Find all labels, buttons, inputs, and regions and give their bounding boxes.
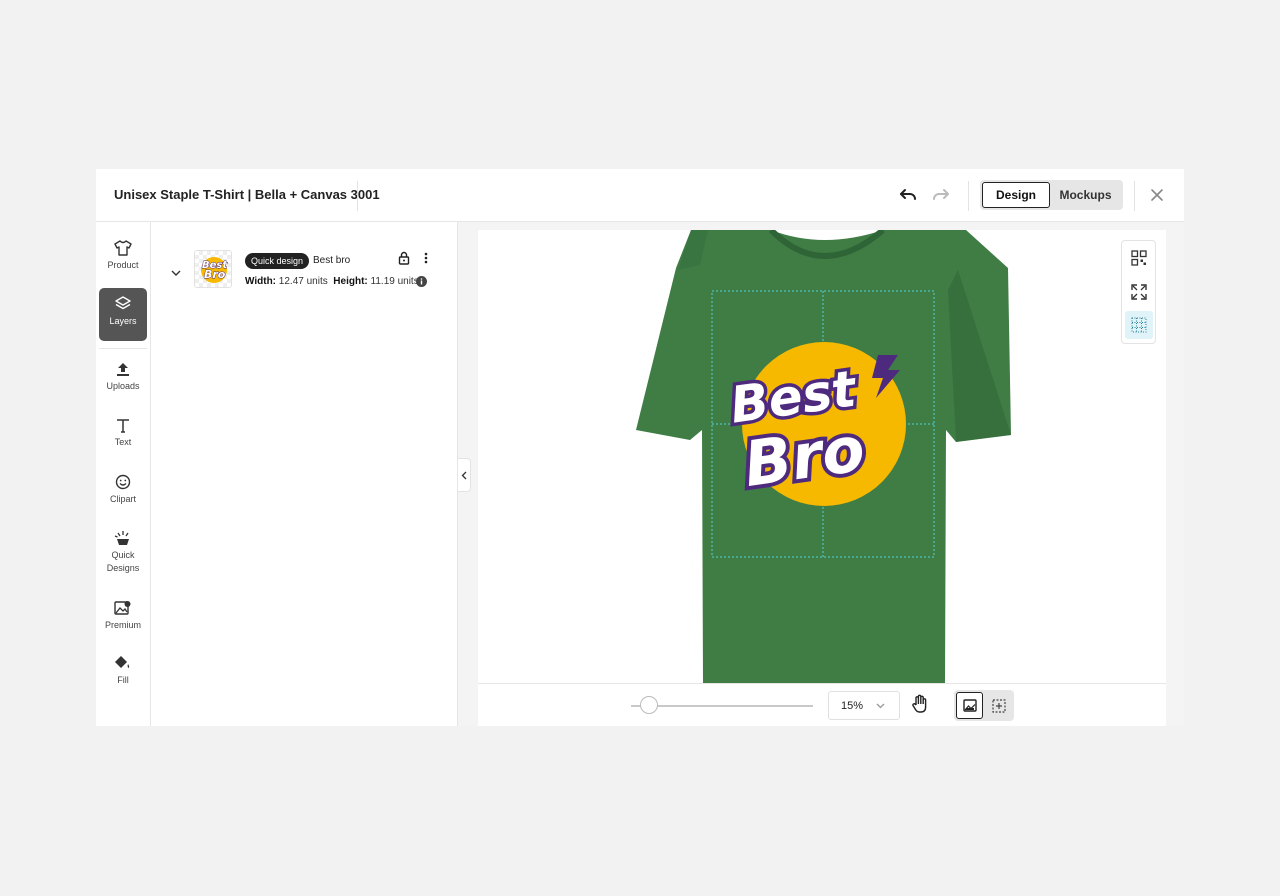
expand-toggle[interactable]: [171, 264, 181, 282]
canvas-tools: [1121, 240, 1156, 344]
divider: [99, 348, 147, 349]
sidebar-item-label: Product: [107, 260, 139, 270]
divider: [357, 181, 358, 211]
kebab-menu-icon: [424, 252, 428, 264]
fit-to-area-button[interactable]: [1125, 278, 1153, 306]
chevron-down-icon: [171, 270, 181, 276]
smiley-icon: [115, 474, 131, 490]
undo-button[interactable]: [896, 183, 920, 207]
layer-item[interactable]: Best Bro Quick design Best bro Width: 12…: [151, 244, 457, 294]
editor-header: Unisex Staple T-Shirt | Bella + Canvas 3…: [96, 169, 1184, 222]
width-label: Width:: [245, 276, 277, 287]
design-canvas[interactable]: Best Bro: [478, 230, 1166, 683]
sidebar-item-label: Uploads: [106, 381, 140, 391]
undo-icon: [900, 189, 916, 200]
zoom-select[interactable]: 15%: [828, 691, 900, 720]
close-icon: [1151, 189, 1163, 201]
expand-arrows-icon: [1131, 284, 1147, 300]
sidebar-item-label: Premium: [104, 620, 141, 630]
layers-icon: [115, 296, 131, 310]
sidebar-item-label: Layers: [109, 316, 137, 326]
toggle-guides-button[interactable]: [1125, 311, 1153, 339]
image-icon: [962, 699, 977, 712]
sidebar-item-label: Quick Designs: [106, 550, 140, 573]
height-value: 11.19 units: [370, 276, 419, 287]
text-icon: [117, 419, 129, 433]
redo-icon: [933, 189, 949, 200]
upload-icon: [117, 363, 129, 376]
tab-design[interactable]: Design: [982, 182, 1050, 208]
zoom-slider-track[interactable]: [631, 705, 813, 707]
sidebar-item-fill[interactable]: Fill: [99, 655, 147, 687]
sidebar-item-product[interactable]: Product: [99, 240, 147, 272]
lock-button[interactable]: [398, 251, 410, 270]
premium-image-icon: [114, 601, 131, 615]
paint-bucket-icon: [115, 656, 130, 668]
preview-view-button[interactable]: [956, 692, 983, 719]
sidebar-item-layers[interactable]: Layers: [99, 288, 147, 341]
sidebar-item-premium[interactable]: Premium: [99, 600, 147, 632]
sidebar-item-label: Text: [114, 437, 132, 447]
sidebar-item-text[interactable]: Text: [99, 418, 147, 449]
svg-text:Bro: Bro: [204, 268, 226, 281]
width-value: 12.47 units: [278, 276, 328, 287]
view-mode-toggle: [954, 690, 1014, 721]
sidebar-item-uploads[interactable]: Uploads: [99, 362, 147, 393]
sidebar-item-label: Fill: [117, 675, 129, 685]
tshirt-mockup: Best Bro: [636, 230, 1011, 683]
layer-thumbnail: Best Bro: [194, 250, 232, 288]
tshirt-icon: [114, 240, 132, 256]
more-options-button[interactable]: [423, 251, 429, 270]
chevron-down-icon: [876, 700, 885, 712]
qr-code-button[interactable]: [1125, 244, 1153, 272]
zoom-value: 15%: [841, 700, 864, 712]
dimensions-info[interactable]: [416, 274, 427, 292]
edit-view-button[interactable]: [985, 692, 1012, 719]
qr-code-icon: [1131, 250, 1147, 266]
product-title: Unisex Staple T-Shirt | Bella + Canvas 3…: [114, 187, 380, 202]
grid-dots-icon: [1131, 317, 1147, 333]
tab-mockups[interactable]: Mockups: [1050, 182, 1121, 208]
chevron-left-icon: [461, 471, 467, 479]
canvas-bottom-bar: 15%: [478, 683, 1166, 726]
sidebar-item-label: Clipart: [109, 494, 136, 504]
quick-design-badge: Quick design: [245, 253, 310, 269]
sidebar-item-quick-designs[interactable]: Quick Designs: [99, 530, 147, 575]
layer-dimensions: Width: 12.47 units Height: 11.19 units: [245, 276, 419, 287]
crosshair-frame-icon: [991, 698, 1006, 713]
close-button[interactable]: [1145, 183, 1169, 207]
height-label: Height:: [333, 276, 368, 287]
divider: [1134, 181, 1135, 211]
lock-icon: [398, 251, 410, 265]
sparkle-icon: [114, 531, 129, 545]
layer-thumbnail-art: Best Bro: [201, 257, 229, 283]
editor-window: Unisex Staple T-Shirt | Bella + Canvas 3…: [96, 169, 1184, 726]
divider: [968, 181, 969, 211]
info-icon: [416, 276, 427, 287]
redo-button[interactable]: [929, 183, 953, 207]
collapse-panel-button[interactable]: [458, 458, 471, 492]
layer-name: Best bro: [313, 255, 351, 266]
hand-icon: [912, 694, 927, 713]
design-mockups-toggle: Design Mockups: [980, 180, 1123, 210]
pan-tool-button[interactable]: [911, 694, 929, 719]
sidebar-item-clipart[interactable]: Clipart: [99, 474, 147, 506]
tool-sidebar: Product Layers Uploads Text Clipart Quic…: [96, 222, 151, 726]
zoom-slider-handle[interactable]: [640, 696, 659, 714]
layers-panel: Best Bro Quick design Best bro Width: 12…: [151, 222, 458, 726]
